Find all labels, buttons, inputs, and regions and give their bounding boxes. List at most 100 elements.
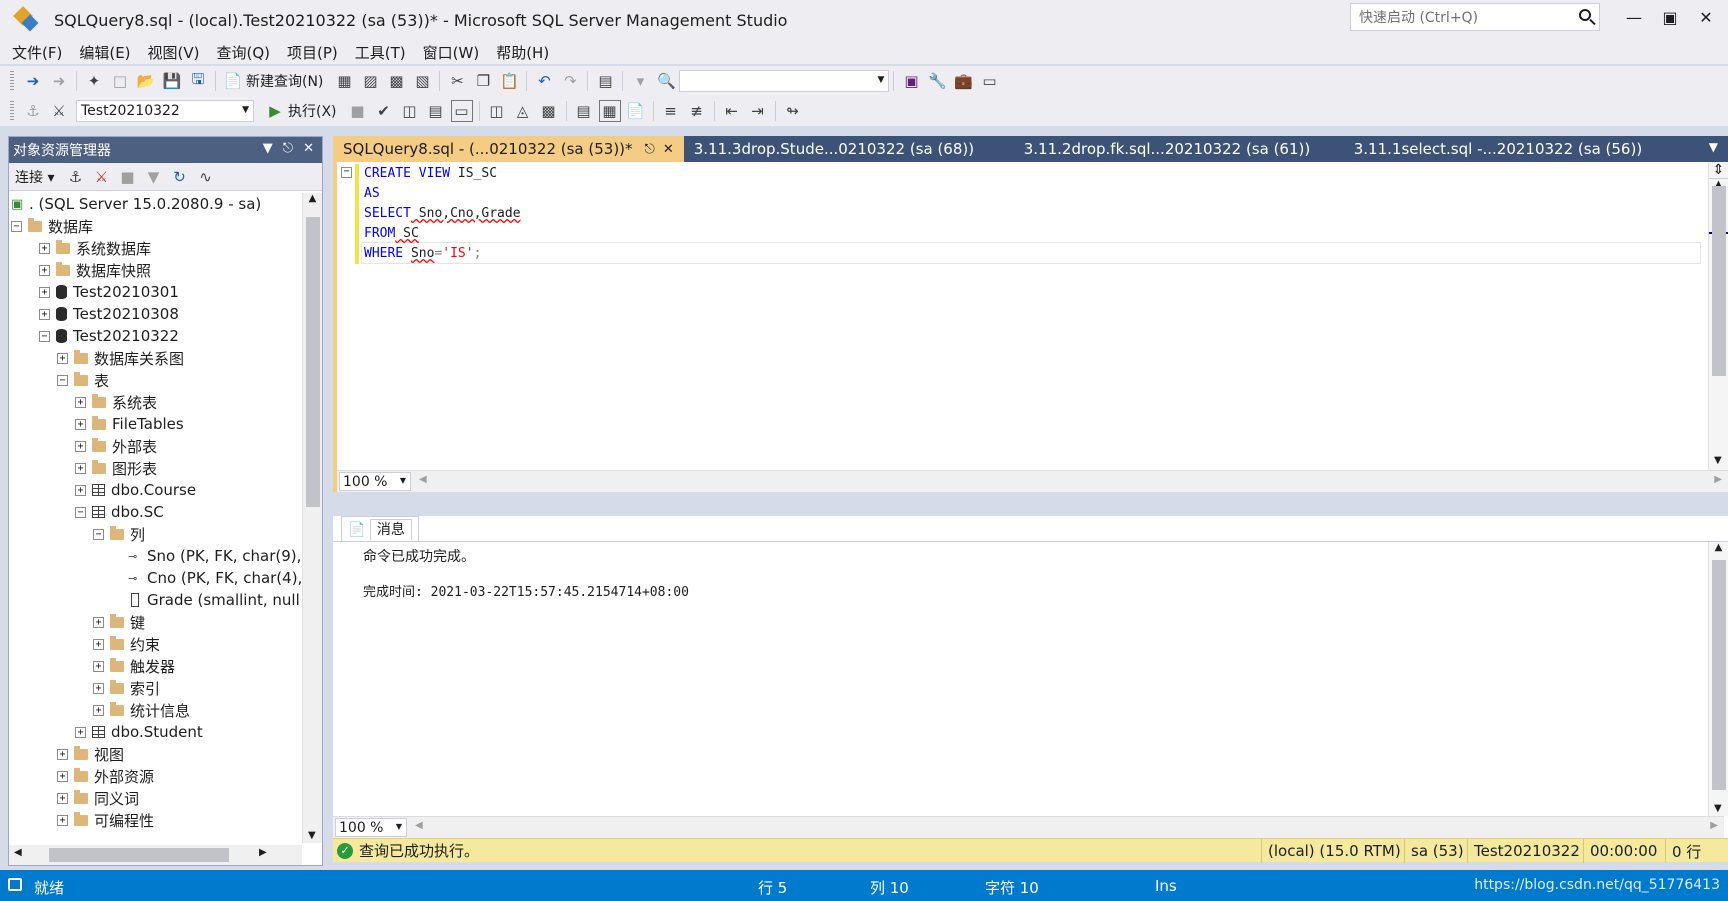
find-in-files-icon[interactable]: 🔍 bbox=[655, 70, 677, 92]
editor-vertical-scrollbar[interactable]: ⇕ ▲ ▼ bbox=[1708, 162, 1728, 492]
filter-icon[interactable]: ▼ bbox=[142, 166, 164, 188]
collapse-icon[interactable]: − bbox=[11, 220, 22, 232]
tree-node[interactable]: + 键 bbox=[9, 611, 301, 633]
disconnect-icon[interactable]: ⚔ bbox=[90, 166, 112, 188]
intellisense-icon[interactable]: ▭ bbox=[450, 100, 473, 122]
refresh-icon[interactable]: ↻ bbox=[168, 166, 190, 188]
expand-icon[interactable]: + bbox=[93, 682, 104, 694]
results-text-icon[interactable]: ▤ bbox=[573, 100, 595, 122]
decrease-indent-icon[interactable]: ⇤ bbox=[721, 100, 743, 122]
tree-node[interactable]: − 数据库 bbox=[9, 215, 301, 237]
scrollbar-thumb[interactable] bbox=[49, 848, 229, 862]
scroll-left-icon[interactable]: ◀ bbox=[419, 474, 427, 485]
stop-icon[interactable]: ■ bbox=[116, 166, 138, 188]
query-designer-icon[interactable]: ▤ bbox=[425, 100, 447, 122]
mdx-query-icon[interactable]: ▦ bbox=[333, 70, 355, 92]
xmla-query-icon[interactable]: ▩ bbox=[385, 70, 407, 92]
database-select[interactable]: Test20210322 ▼ bbox=[76, 100, 254, 122]
command-window-icon[interactable]: ▭ bbox=[978, 70, 1000, 92]
tab-select[interactable]: 3.11.1select.sql -...20210322 (sa (56)) bbox=[1344, 136, 1652, 162]
menu-help[interactable]: 帮助(H) bbox=[488, 42, 558, 63]
include-plan-icon[interactable]: ◫ bbox=[486, 100, 508, 122]
query-editor[interactable]: − CREATE VIEW IS_SC AS SELECT Sno,Cno,Gr… bbox=[333, 162, 1728, 492]
tab-overflow-icon[interactable]: ▼ bbox=[1709, 140, 1718, 154]
copy-icon[interactable]: ❐ bbox=[472, 70, 494, 92]
connect-icon[interactable]: ⚓ bbox=[22, 100, 44, 122]
scroll-left-icon[interactable]: ◀ bbox=[415, 820, 423, 831]
tree-horizontal-scrollbar[interactable]: ◀ ▶ bbox=[9, 845, 302, 865]
toolbox-icon[interactable]: 💼 bbox=[952, 70, 974, 92]
expand-icon[interactable]: + bbox=[57, 352, 68, 364]
close-icon[interactable]: ✕ bbox=[303, 141, 314, 156]
dax-query-icon[interactable]: ▧ bbox=[411, 70, 433, 92]
open-file-icon[interactable]: 📂 bbox=[135, 70, 157, 92]
expand-icon[interactable]: + bbox=[57, 770, 68, 782]
results-grid-icon[interactable]: ▦ bbox=[598, 100, 621, 122]
tree-node[interactable]: + Test20210308 bbox=[9, 303, 301, 325]
sql-code[interactable]: CREATE VIEW IS_SC AS SELECT Sno,Cno,Grad… bbox=[364, 164, 521, 264]
search-icon[interactable] bbox=[1579, 9, 1591, 21]
dropdown-icon[interactable]: ▾ bbox=[629, 70, 651, 92]
tree-node[interactable]: + 数据库关系图 bbox=[9, 347, 301, 369]
scrollbar-thumb[interactable] bbox=[1712, 186, 1726, 376]
tree-node[interactable]: Grade (smallint, null) bbox=[9, 589, 301, 611]
scroll-up-icon[interactable]: ▲ bbox=[1709, 542, 1728, 553]
scroll-down-icon[interactable]: ▼ bbox=[308, 830, 316, 841]
pin-icon[interactable]: ⎋ bbox=[283, 141, 293, 156]
tree-node[interactable]: + 同义词 bbox=[9, 787, 301, 809]
scroll-right-icon[interactable]: ▶ bbox=[259, 847, 267, 858]
undo-icon[interactable]: ↶ bbox=[533, 70, 555, 92]
execute-icon[interactable]: ▶ bbox=[264, 100, 286, 122]
tab-messages[interactable]: 📄 消息 bbox=[341, 516, 419, 541]
save-all-icon[interactable]: 🖫 bbox=[187, 70, 209, 92]
comment-icon[interactable]: ≡ bbox=[660, 100, 682, 122]
expand-icon[interactable]: + bbox=[57, 814, 68, 826]
paste-icon[interactable]: 📋 bbox=[498, 70, 520, 92]
chevron-down-icon[interactable]: ▼ bbox=[263, 141, 273, 156]
menu-tools[interactable]: 工具(T) bbox=[347, 42, 415, 63]
chevron-down-icon[interactable]: ▼ bbox=[877, 75, 884, 85]
tree-node[interactable]: + 系统数据库 bbox=[9, 237, 301, 259]
collapse-icon[interactable]: − bbox=[57, 374, 68, 386]
scroll-down-icon[interactable]: ▼ bbox=[1714, 455, 1722, 466]
tree-node[interactable]: + 约束 bbox=[9, 633, 301, 655]
increase-indent-icon[interactable]: ⇥ bbox=[747, 100, 769, 122]
connect-button[interactable]: 连接 ▾ bbox=[15, 167, 54, 187]
display-plan-icon[interactable]: ◫ bbox=[399, 100, 421, 122]
cut-icon[interactable]: ✂ bbox=[446, 70, 468, 92]
tree-node[interactable]: + 视图 bbox=[9, 743, 301, 765]
results-zoom-select[interactable]: 100 % ▼ bbox=[335, 818, 407, 837]
close-button[interactable]: ✕ bbox=[1688, 4, 1724, 30]
specify-values-icon[interactable]: ↬ bbox=[782, 100, 804, 122]
live-stats-icon[interactable]: ◬ bbox=[512, 100, 534, 122]
menu-query[interactable]: 查询(Q) bbox=[209, 42, 280, 63]
activity-icon[interactable]: ∿ bbox=[194, 166, 216, 188]
expand-icon[interactable]: + bbox=[75, 462, 86, 474]
tree-node[interactable]: + 数据库快照 bbox=[9, 259, 301, 281]
activity-monitor-icon[interactable]: ▤ bbox=[594, 70, 616, 92]
expand-icon[interactable]: + bbox=[39, 242, 50, 254]
expand-icon[interactable]: + bbox=[75, 440, 86, 452]
properties-icon[interactable]: 🔧 bbox=[926, 70, 948, 92]
menu-project[interactable]: 项目(P) bbox=[279, 42, 347, 63]
tree-node[interactable]: − 表 bbox=[9, 369, 301, 391]
tree-node[interactable]: + dbo.Student bbox=[9, 721, 301, 743]
tab-sqlquery8[interactable]: SQLQuery8.sql - (...0210322 (sa (53))* ⎋… bbox=[333, 136, 684, 162]
expand-icon[interactable]: + bbox=[57, 748, 68, 760]
tree-node[interactable]: + 系统表 bbox=[9, 391, 301, 413]
expand-icon[interactable]: + bbox=[75, 484, 86, 496]
tree-vertical-scrollbar[interactable]: ▲ ▼ bbox=[302, 193, 322, 843]
new-query-button[interactable]: 新建查询(N) bbox=[246, 71, 323, 91]
connect-plug-icon[interactable]: ⚓ bbox=[64, 166, 86, 188]
collapse-icon[interactable]: − bbox=[93, 528, 104, 540]
collapse-icon[interactable]: − bbox=[341, 167, 352, 178]
menu-file[interactable]: 文件(F) bbox=[4, 42, 71, 63]
expand-icon[interactable]: + bbox=[39, 308, 50, 320]
tree-node[interactable]: + Test20210301 bbox=[9, 281, 301, 303]
expand-icon[interactable]: + bbox=[39, 264, 50, 276]
results-file-icon[interactable]: 📄 bbox=[625, 100, 647, 122]
dmx-query-icon[interactable]: ▨ bbox=[359, 70, 381, 92]
tree-node[interactable]: + FileTables bbox=[9, 413, 301, 435]
toolbar-grip[interactable] bbox=[10, 71, 14, 91]
chevron-down-icon[interactable]: ▼ bbox=[242, 105, 249, 115]
